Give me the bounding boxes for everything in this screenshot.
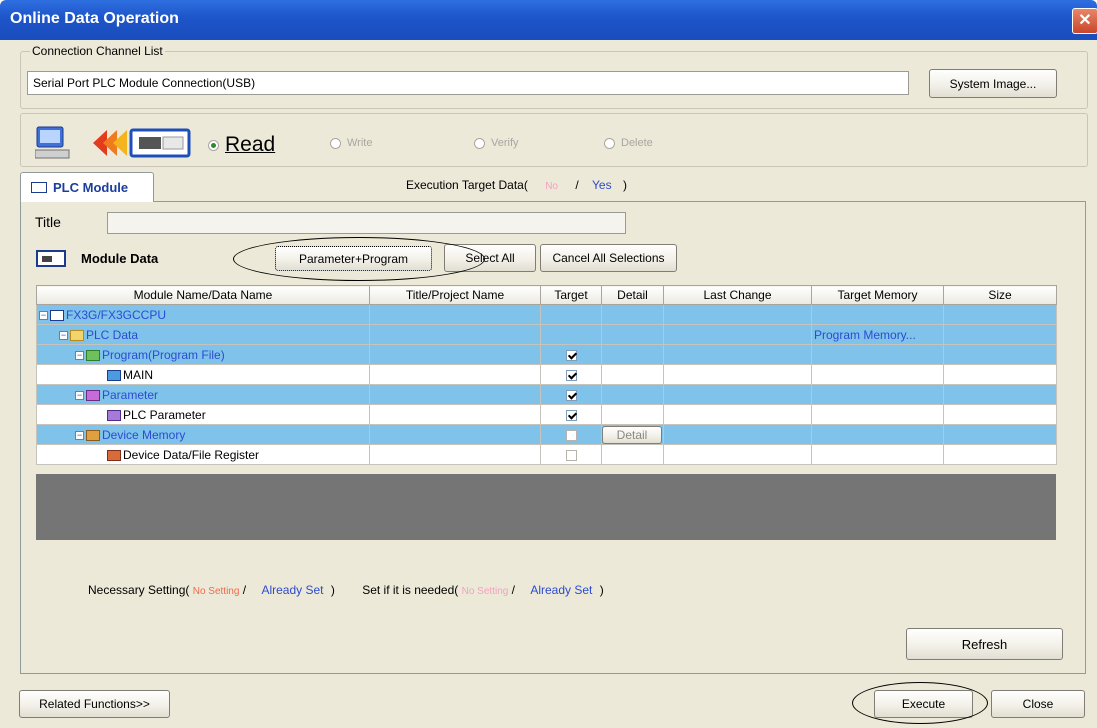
- row-name: Device Memory: [102, 427, 186, 442]
- verify-radio-dot[interactable]: [474, 137, 485, 149]
- legend-no-setting: No Setting: [192, 586, 240, 597]
- collapse-icon[interactable]: −: [75, 430, 84, 440]
- plc-module-icon: [31, 182, 47, 193]
- target-checkbox[interactable]: [565, 449, 577, 461]
- row-name: Parameter: [102, 387, 159, 402]
- parameter-program-button[interactable]: Parameter+Program: [275, 246, 432, 271]
- system-image-button[interactable]: System Image...: [929, 69, 1057, 98]
- folder-icon: [70, 329, 84, 341]
- write-radio[interactable]: Write: [330, 137, 372, 149]
- close-window-icon[interactable]: ✕: [1072, 8, 1097, 34]
- table-row[interactable]: − PLC Data Program Memory...: [36, 324, 1057, 345]
- legend-already-set: Already Set: [261, 583, 324, 597]
- read-radio[interactable]: Read: [208, 133, 275, 157]
- row-target-memory: Program Memory...: [811, 324, 944, 345]
- detail-button[interactable]: Detail: [602, 425, 662, 444]
- tab-plc-module-label: PLC Module: [53, 180, 129, 195]
- program-icon: [107, 369, 121, 381]
- module-data-table: Module Name/Data Name Title/Project Name…: [36, 285, 1057, 465]
- target-checkbox[interactable]: [565, 369, 577, 381]
- row-name: PLC Data: [86, 327, 139, 342]
- table-row[interactable]: MAIN: [36, 364, 1057, 385]
- close-button[interactable]: Close: [991, 690, 1085, 718]
- device-data-icon: [107, 449, 121, 461]
- col-module-name[interactable]: Module Name/Data Name: [36, 285, 370, 305]
- row-name: FX3G/FX3GCCPU: [66, 307, 167, 322]
- col-target[interactable]: Target: [540, 285, 602, 305]
- write-radio-dot[interactable]: [330, 137, 341, 149]
- target-checkbox[interactable]: [565, 409, 577, 421]
- execution-target-legend: Execution Target Data( No / Yes ): [406, 178, 627, 192]
- table-empty-area: [36, 474, 1056, 540]
- col-size[interactable]: Size: [943, 285, 1057, 305]
- execution-target-yes: Yes: [592, 178, 612, 192]
- parameter-folder-icon: [86, 389, 100, 401]
- table-row[interactable]: − Parameter: [36, 384, 1057, 405]
- title-field: [107, 212, 626, 234]
- row-name: PLC Parameter: [123, 407, 206, 422]
- execution-target-no: No: [545, 181, 558, 192]
- target-checkbox[interactable]: [565, 389, 577, 401]
- module-data-icon: [36, 250, 66, 267]
- title-label: Title: [35, 214, 61, 230]
- row-name: MAIN: [123, 367, 153, 382]
- related-functions-button[interactable]: Related Functions>>: [19, 690, 170, 718]
- legend-no-setting-optional: No Setting: [461, 586, 509, 597]
- target-checkbox[interactable]: [565, 349, 577, 361]
- pc-to-plc-read-icon: [35, 126, 191, 159]
- col-detail[interactable]: Detail: [601, 285, 664, 305]
- col-last-change[interactable]: Last Change: [663, 285, 812, 305]
- table-row[interactable]: − Program(Program File): [36, 344, 1057, 365]
- collapse-icon[interactable]: −: [59, 330, 68, 340]
- read-radio-dot[interactable]: [208, 139, 219, 151]
- col-title-project[interactable]: Title/Project Name: [369, 285, 541, 305]
- table-row[interactable]: PLC Parameter: [36, 404, 1057, 425]
- row-name: Device Data/File Register: [123, 447, 260, 462]
- write-radio-label: Write: [347, 137, 373, 149]
- cpu-icon: [50, 309, 64, 321]
- collapse-icon[interactable]: −: [75, 390, 84, 400]
- verify-radio-label: Verify: [491, 137, 519, 149]
- delete-radio[interactable]: Delete: [604, 137, 653, 149]
- delete-radio-dot[interactable]: [604, 137, 615, 149]
- table-row[interactable]: − FX3G/FX3GCCPU: [36, 304, 1057, 325]
- tab-plc-module[interactable]: PLC Module: [20, 172, 154, 202]
- row-name: Program(Program File): [102, 347, 225, 362]
- window-title: Online Data Operation: [10, 10, 179, 27]
- select-all-button[interactable]: Select All: [444, 244, 536, 272]
- target-checkbox[interactable]: [565, 429, 577, 441]
- cancel-all-selections-button[interactable]: Cancel All Selections: [540, 244, 677, 272]
- read-radio-label: Read: [225, 133, 276, 156]
- legend-already-set-optional: Already Set: [530, 583, 593, 597]
- collapse-icon[interactable]: −: [39, 310, 48, 320]
- execute-button[interactable]: Execute: [874, 690, 973, 718]
- program-folder-icon: [86, 349, 100, 361]
- title-bar: Online Data Operation ✕: [0, 0, 1097, 40]
- parameter-icon: [107, 409, 121, 421]
- table-row[interactable]: Device Data/File Register: [36, 444, 1057, 465]
- collapse-icon[interactable]: −: [75, 350, 84, 360]
- device-memory-icon: [86, 429, 100, 441]
- connection-group-label: Connection Channel List: [30, 44, 165, 58]
- col-target-memory[interactable]: Target Memory: [811, 285, 944, 305]
- verify-radio[interactable]: Verify: [474, 137, 519, 149]
- refresh-button[interactable]: Refresh: [906, 628, 1063, 660]
- setting-legend: Necessary Setting( No Setting / Already …: [88, 583, 604, 597]
- module-data-label: Module Data: [81, 251, 159, 266]
- delete-radio-label: Delete: [621, 137, 653, 149]
- table-row[interactable]: − Device Memory Detail: [36, 424, 1057, 445]
- connection-channel-field: Serial Port PLC Module Connection(USB): [27, 71, 909, 95]
